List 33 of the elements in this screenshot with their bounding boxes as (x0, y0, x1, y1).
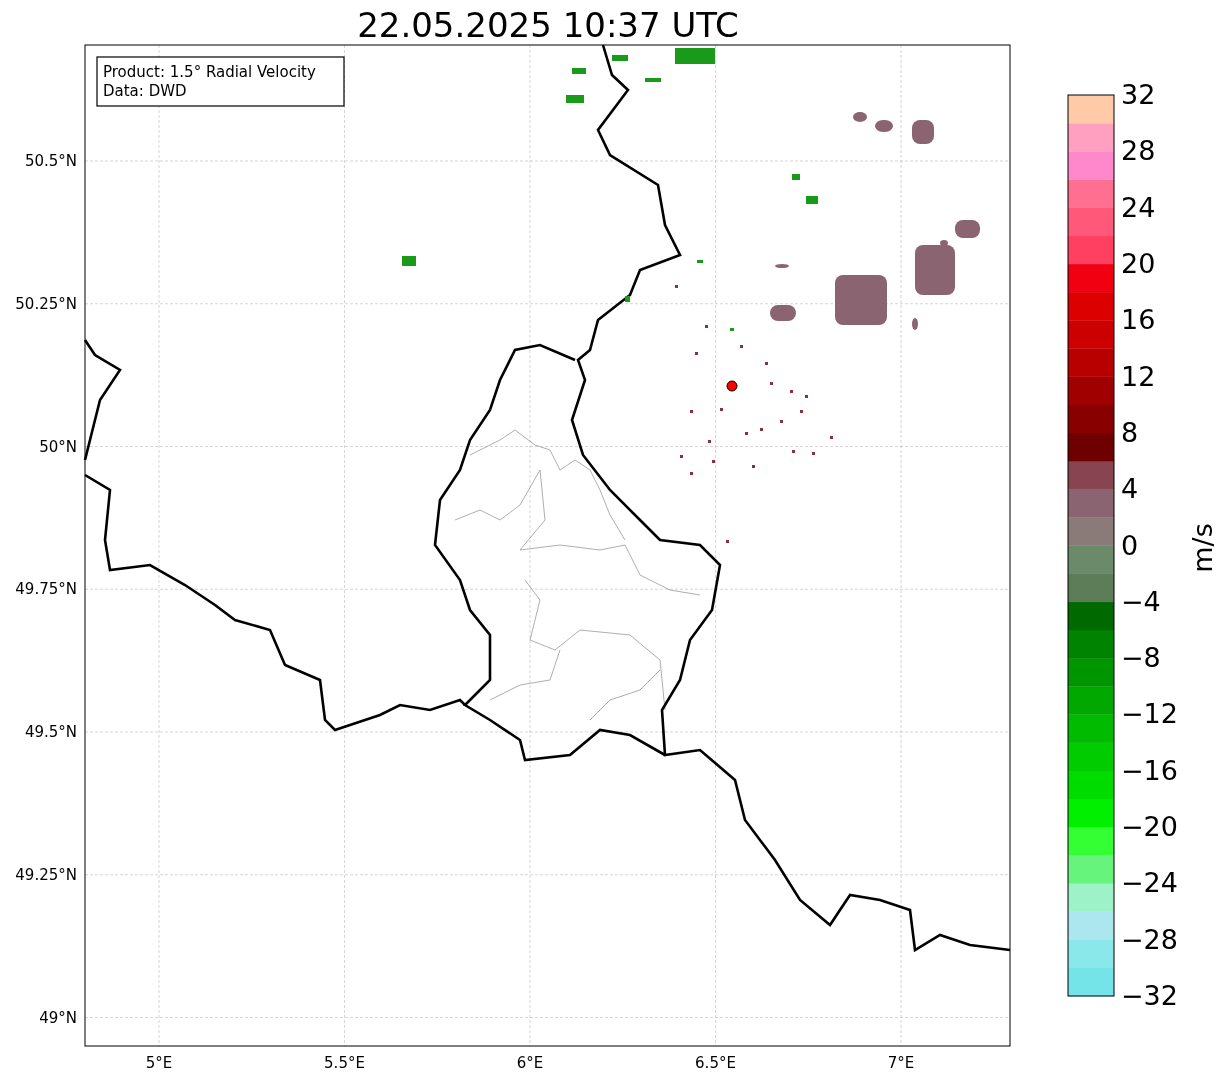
colorbar-tick-label: 12 (1121, 360, 1156, 392)
axis-tick-label: 6°E (516, 1054, 544, 1072)
axis-tick-label: 49.75°N (15, 580, 77, 599)
axis-tick-label: 49.25°N (15, 865, 77, 884)
colorbar-tick-label: −12 (1121, 698, 1178, 730)
axis-tick-label: 49.5°N (24, 723, 77, 741)
chart-title: 22.05.2025 10:37 UTC (357, 5, 739, 45)
colorbar-tick-label: −4 (1121, 585, 1161, 617)
axis-tick-label: 50.25°N (15, 294, 77, 313)
colorbar-tick-label: −8 (1121, 642, 1161, 674)
axis-tick-label: 6.5°E (695, 1054, 736, 1072)
axis-tick-label: 5.5°E (324, 1054, 365, 1072)
colorbar-tick-label: 16 (1121, 304, 1156, 336)
colorbar-tick-label: 28 (1121, 135, 1156, 167)
colorbar-label: m/s (1187, 523, 1218, 573)
axis-tick-label: 49°N (39, 1008, 77, 1027)
colorbar-tick-label: 0 (1121, 529, 1139, 561)
colorbar-tick-label: −16 (1121, 754, 1178, 786)
colorbar-tick-label: 32 (1121, 79, 1156, 110)
colorbar-tick-label: 4 (1121, 473, 1139, 505)
axis-tick-label: 5°E (145, 1054, 173, 1072)
axis-tick-label: 7°E (887, 1054, 915, 1072)
colorbar-tick-label: −24 (1121, 867, 1178, 899)
info-text: Product: 1.5° Radial Velocity (103, 63, 316, 81)
colorbar-tick-label: 8 (1121, 416, 1139, 448)
colorbar-tick-label: −32 (1121, 980, 1178, 1011)
colorbar-tick-label: 20 (1121, 247, 1156, 279)
axis-tick-label: 50°N (39, 437, 77, 456)
colorbar-tick-label: 24 (1121, 191, 1156, 223)
info-text: Data: DWD (103, 82, 187, 100)
axis-tick-label: 50.5°N (24, 152, 77, 170)
colorbar-tick-label: −28 (1121, 923, 1178, 955)
colorbar-tick-label: −20 (1121, 811, 1178, 843)
